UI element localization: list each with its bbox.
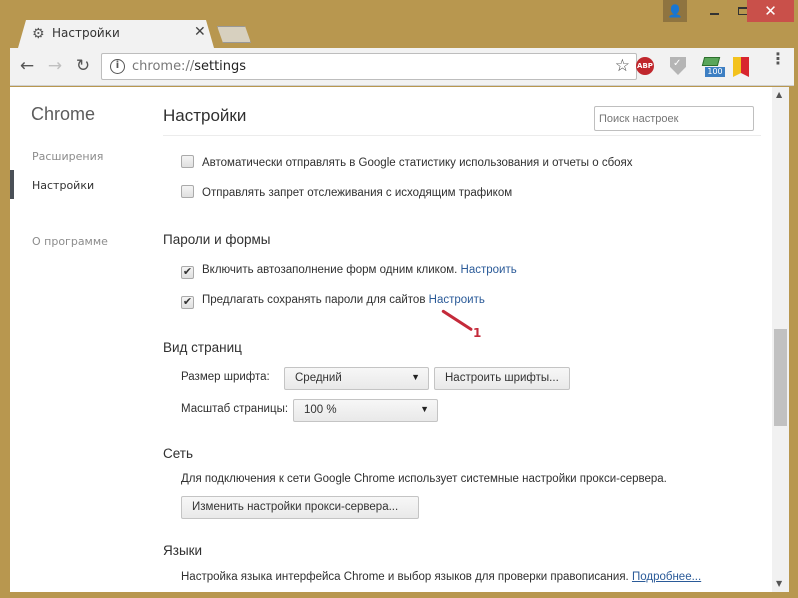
bills-icon [701, 57, 721, 66]
window-frame-bottom [0, 592, 798, 598]
sidebar-active-marker [10, 170, 14, 199]
window-frame-right [789, 87, 798, 598]
vertical-scrollbar[interactable]: ▲ ▼ [772, 87, 789, 592]
sidebar-title: Chrome [31, 104, 96, 124]
checkbox-save-passwords[interactable]: ✔ [181, 296, 194, 309]
privacy-option-usage-stats: Автоматически отправлять в Google статис… [181, 155, 633, 169]
annotation-arrow [441, 309, 474, 332]
scroll-down-arrow-icon[interactable]: ▼ [776, 579, 782, 588]
reload-button[interactable]: ↻ [72, 56, 94, 76]
user-icon: 👤 [667, 4, 683, 18]
tab-settings[interactable]: ⚙ Настройки ✕ [18, 20, 214, 48]
privacy-option-do-not-track: Отправлять запрет отслеживания с исходящ… [181, 185, 512, 199]
forward-button[interactable]: → [44, 56, 66, 76]
languages-description: Настройка языка интерфейса Chrome и выбо… [181, 571, 629, 583]
header-divider [163, 135, 761, 136]
scroll-up-arrow-icon[interactable]: ▲ [776, 90, 782, 99]
proxy-settings-button[interactable]: Изменить настройки прокси-сервера... [181, 496, 419, 519]
adblock-plus-icon[interactable]: ABP [636, 57, 654, 75]
sidebar-item-about[interactable]: О программе [32, 235, 108, 248]
bookmark-star-icon[interactable]: ☆ [615, 56, 630, 76]
scrollbar-thumb[interactable] [774, 329, 787, 426]
page-title: Настройки [163, 106, 247, 125]
minimize-button[interactable] [700, 0, 728, 22]
annotation-number: 1 [473, 326, 482, 340]
chevron-down-icon: ▼ [420, 404, 429, 414]
section-title-passwords: Пароли и формы [163, 232, 271, 247]
minimize-icon [709, 13, 719, 15]
autofill-settings-link[interactable]: Настроить [461, 264, 517, 276]
address-bar[interactable]: i chrome://settings ☆ [101, 53, 637, 80]
section-title-appearance: Вид страниц [163, 340, 242, 355]
section-title-languages: Языки [163, 543, 203, 558]
languages-description-row: Настройка языка интерфейса Chrome и выбо… [181, 571, 701, 583]
section-title-network: Сеть [163, 446, 194, 461]
option-label: Автоматически отправлять в Google статис… [202, 157, 633, 169]
shield-extension-icon[interactable] [670, 57, 686, 75]
languages-more-link[interactable]: Подробнее... [632, 571, 701, 583]
settings-page: Chrome Расширения Настройки О программе … [10, 87, 772, 592]
close-window-button[interactable]: ✕ [747, 0, 794, 22]
option-label: Предлагать сохранять пароли для сайтов [202, 294, 426, 306]
extension-badge: 100 [705, 67, 725, 77]
tab-close-button[interactable]: ✕ [194, 24, 206, 40]
url-path: settings [194, 59, 247, 74]
option-label: Отправлять запрет отслеживания с исходящ… [202, 187, 513, 199]
font-size-select[interactable]: Средний ▼ [284, 367, 429, 390]
profile-button[interactable]: 👤 [663, 0, 687, 22]
bookmark-flag-icon[interactable] [733, 57, 749, 77]
checkbox-autofill[interactable]: ✔ [181, 266, 194, 279]
tab-title: Настройки [52, 26, 120, 40]
network-description: Для подключения к сети Google Chrome исп… [181, 473, 667, 485]
checkbox-usage-stats[interactable] [181, 155, 194, 168]
gear-icon: ⚙ [32, 26, 45, 42]
search-settings-input[interactable] [594, 106, 754, 131]
info-icon[interactable]: i [110, 59, 125, 74]
sidebar-item-settings[interactable]: Настройки [32, 179, 94, 192]
sidebar-item-extensions[interactable]: Расширения [32, 150, 103, 163]
back-button[interactable]: ← [16, 56, 38, 76]
password-option-autofill: ✔ Включить автозаполнение форм одним клик… [181, 264, 517, 279]
password-option-save-passwords: ✔ Предлагать сохранять пароли для сайтов … [181, 294, 485, 309]
page-zoom-value: 100 % [304, 404, 337, 416]
passwords-settings-link[interactable]: Настроить [429, 294, 485, 306]
page-zoom-select[interactable]: 100 % ▼ [293, 399, 438, 422]
menu-dots-icon[interactable]: ⋮ [770, 51, 786, 67]
page-zoom-label: Масштаб страницы: [181, 403, 289, 415]
toolbar: ← → ↻ i chrome://settings ☆ ABP 100 ⋮ [10, 48, 794, 86]
url-scheme: chrome:// [132, 59, 195, 74]
url-text[interactable]: chrome://settings [132, 59, 246, 74]
checkbox-do-not-track[interactable] [181, 185, 194, 198]
money-extension-icon[interactable]: 100 [701, 57, 725, 77]
close-icon: ✕ [764, 2, 777, 20]
chevron-down-icon: ▼ [411, 372, 420, 382]
font-size-label: Размер шрифта: [181, 371, 270, 383]
option-label: Включить автозаполнение форм одним клико… [202, 264, 458, 276]
font-size-value: Средний [295, 372, 342, 384]
new-tab-button[interactable] [217, 26, 251, 43]
customize-fonts-button[interactable]: Настроить шрифты... [434, 367, 570, 390]
